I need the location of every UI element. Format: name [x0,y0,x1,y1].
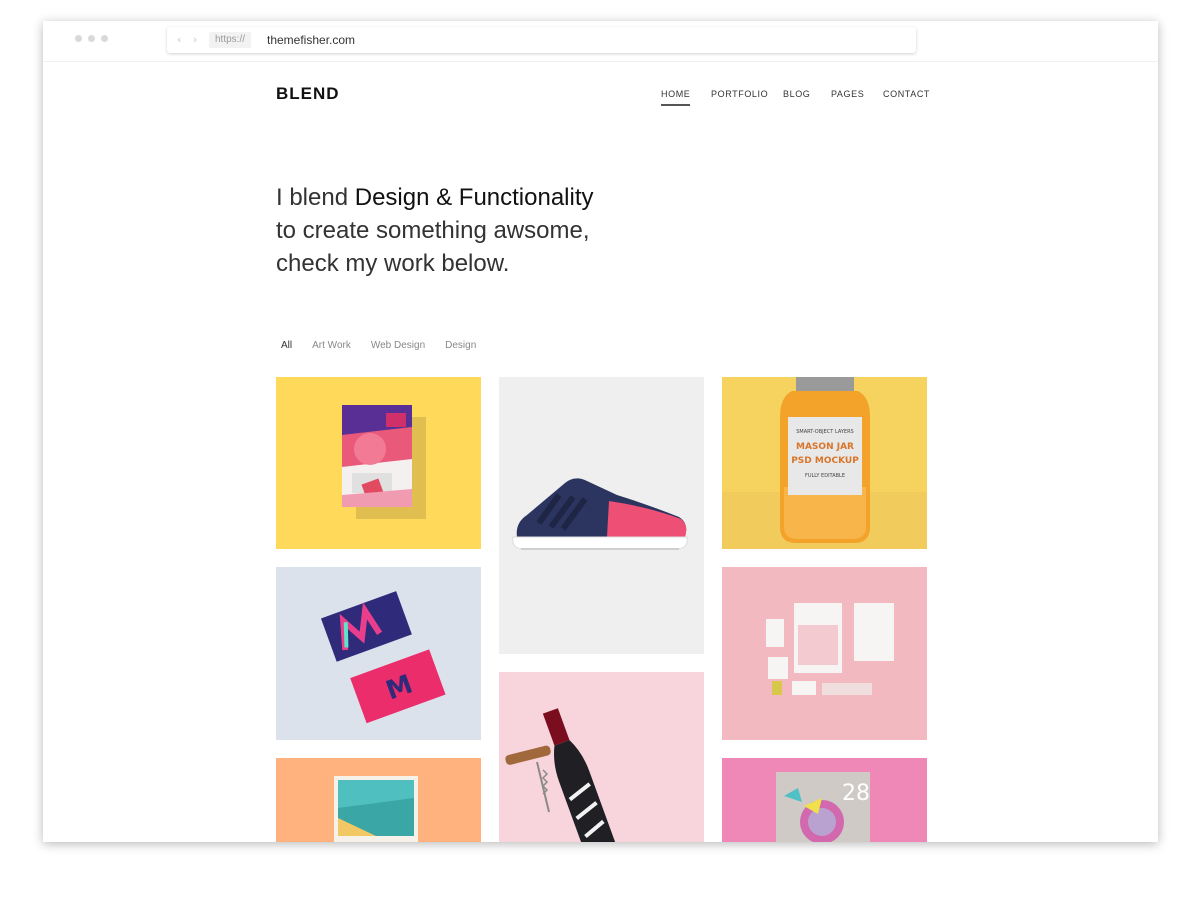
site-logo[interactable]: BLEND [276,84,340,104]
filter-web-design[interactable]: Web Design [371,340,425,351]
hero-line2: to create something awsome, [276,217,590,244]
browser-window: ‹ › https:// themefisher.com BLEND HOME … [43,21,1158,842]
window-controls [75,35,108,42]
back-forward-icon[interactable]: ‹ › [177,33,201,46]
portfolio-item-business-cards[interactable]: M [276,567,481,740]
browser-chrome: ‹ › https:// themefisher.com [43,21,1158,62]
sneaker-image [512,478,688,550]
window-dot-icon[interactable] [75,35,82,42]
window-dot-icon[interactable] [88,35,95,42]
stationery-image [766,603,894,695]
filter-design[interactable]: Design [445,340,476,351]
business-cards-image: M [320,591,446,724]
window-dot-icon[interactable] [101,35,108,42]
jar-label-subtitle: PSD MOCKUP [791,456,859,466]
portfolio-item-stationery[interactable] [722,567,927,740]
portfolio-filters: All Art Work Web Design Design [281,340,476,351]
jar-label-bottom: FULLY EDITABLE [805,473,845,479]
filter-all[interactable]: All [281,340,292,351]
nav-item-pages[interactable]: PAGES [831,89,864,99]
url-host[interactable]: themefisher.com [267,32,355,48]
hero-line3: check my work below. [276,250,510,277]
notebook-number: 28 [842,781,870,806]
jar-label-top: SMART-OBJECT LAYERS [796,429,854,435]
address-bar[interactable]: ‹ › https:// themefisher.com [167,27,916,53]
portfolio-item-sneaker[interactable] [499,377,704,654]
wine-bottle-image [505,708,621,842]
hero-line1-pre: I blend [276,184,355,211]
portfolio-item-poster[interactable] [276,377,481,549]
poster-image [342,405,426,519]
portfolio-item-notebook[interactable]: 28 [722,758,927,842]
notebook-image: 28 [776,772,870,842]
book-image [334,776,418,842]
nav-item-blog[interactable]: BLOG [783,89,810,99]
url-protocol: https:// [209,32,252,48]
jar-label-title: MASON JAR [796,442,854,452]
nav-item-portfolio[interactable]: PORTFOLIO [711,89,768,99]
filter-art-work[interactable]: Art Work [312,340,351,351]
nav-item-home[interactable]: HOME [661,89,691,106]
mason-jar-image: SMART-OBJECT LAYERS MASON JAR PSD MOCKUP… [722,377,927,549]
hero-heading: I blend Design & Functionality to create… [276,181,594,280]
portfolio-item-book[interactable] [276,758,481,842]
hero-line1-strong: Design & Functionality [354,184,594,211]
portfolio-item-wine-bottle[interactable] [499,672,704,842]
portfolio-item-mason-jar[interactable]: SMART-OBJECT LAYERS MASON JAR PSD MOCKUP… [722,377,927,549]
nav-item-contact[interactable]: CONTACT [883,89,930,99]
